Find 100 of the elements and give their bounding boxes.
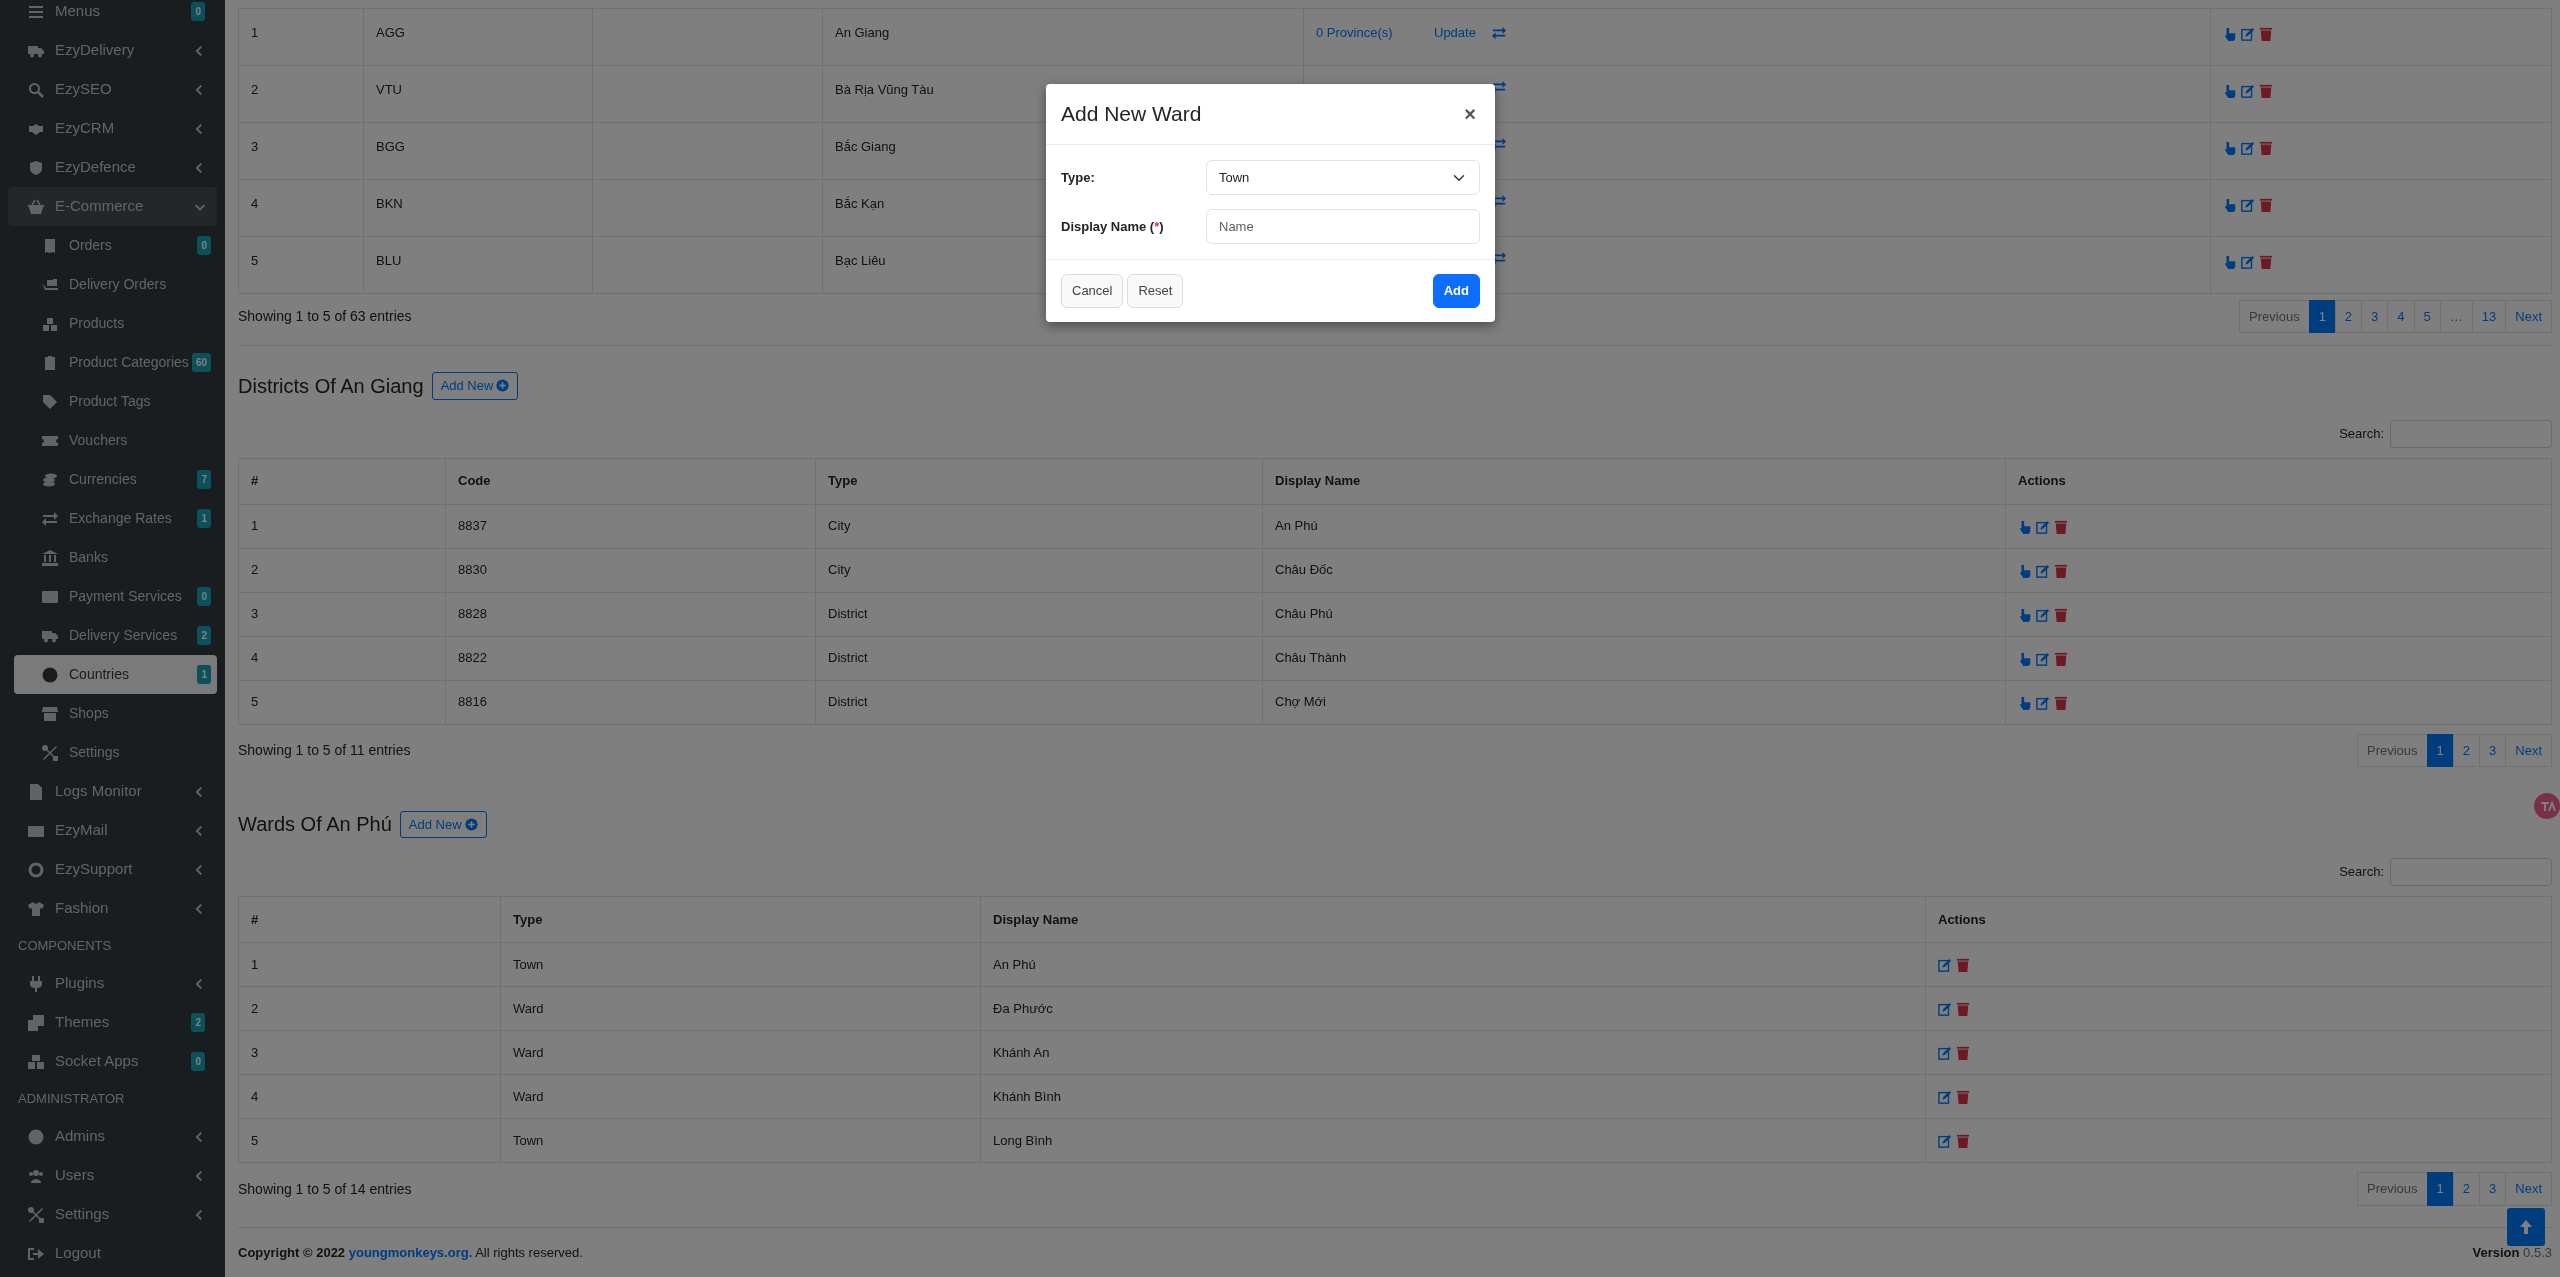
column-header: Display Name: [980, 896, 1926, 943]
close-button[interactable]: ×: [1460, 99, 1480, 129]
count-badge: 2: [191, 1013, 205, 1032]
page-link[interactable]: 5: [2413, 299, 2441, 334]
table-cell: 5: [238, 1118, 501, 1163]
sidebar-item[interactable]: EzySEO: [8, 70, 217, 109]
sidebar-item[interactable]: Themes 2: [8, 1003, 217, 1042]
sidebar-item[interactable]: Shops: [14, 694, 217, 733]
table-cell: An Phú: [1262, 504, 2006, 548]
sidebar-item[interactable]: Delivery Orders: [14, 265, 217, 304]
sidebar-item[interactable]: Settings: [8, 1195, 217, 1234]
page-link[interactable]: 2: [2452, 733, 2481, 768]
page-link[interactable]: 1: [2308, 299, 2336, 334]
column-header: Actions: [2005, 458, 2552, 504]
sidebar-item[interactable]: Currencies 7: [14, 460, 217, 499]
page-link[interactable]: 1: [2426, 1172, 2454, 1206]
name-field[interactable]: Name: [1206, 209, 1480, 244]
page-link[interactable]: 3: [2479, 1172, 2507, 1206]
provinces-link[interactable]: 0 Province(s): [1316, 25, 1393, 40]
search-label: Search:: [2339, 424, 2384, 443]
table-cell: 3: [238, 1030, 501, 1075]
count-badge: 0: [191, 1052, 205, 1071]
sidebar-item[interactable]: Vouchers: [14, 421, 217, 460]
sidebar-item[interactable]: Delivery Services 2: [14, 616, 217, 655]
sidebar-item[interactable]: Banks: [14, 538, 217, 577]
sidebar-item[interactable]: Payment Services 0: [14, 577, 217, 616]
add-new-button[interactable]: Add New: [399, 810, 487, 838]
copyright-text: Copyright © 2022 youngmonkeys.org. All rights reserved.: [238, 1243, 583, 1262]
sidebar-heading: COMPONENTS: [17, 937, 113, 956]
table-cell: City: [815, 548, 1263, 592]
sidebar-item[interactable]: Exchange Rates 1: [14, 499, 217, 538]
page-link[interactable]: 2: [2452, 1172, 2481, 1206]
sidebar-item[interactable]: Admins: [8, 1117, 217, 1156]
sidebar-item[interactable]: EzyDefence: [8, 148, 217, 187]
sidebar-item[interactable]: EzyMail: [8, 811, 217, 850]
column-header: Type: [815, 458, 1263, 504]
sidebar-item[interactable]: Orders 0: [14, 226, 217, 265]
add-new-button[interactable]: Add New: [431, 372, 519, 400]
table-cell: Chợ Mới: [1262, 680, 2006, 724]
table-cell: An Giang: [822, 8, 1304, 66]
table-cell: 1: [238, 8, 364, 66]
sidebar-item[interactable]: EzyCRM: [8, 109, 217, 148]
table-cell: BKN: [363, 179, 593, 237]
table-cell: 3: [238, 122, 364, 180]
table-cell: 5: [238, 236, 364, 294]
table-cell: AGG: [363, 8, 593, 66]
entries-info: Showing 1 to 5 of 11 entries: [238, 741, 411, 760]
table-cell: Châu Phú: [1262, 592, 2006, 636]
sidebar-item[interactable]: Plugins: [8, 964, 217, 1003]
page-link[interactable]: 2: [2334, 299, 2363, 334]
count-badge: 0: [197, 236, 211, 255]
count-badge: 0: [191, 2, 205, 21]
page-link[interactable]: Next: [2505, 733, 2552, 768]
sidebar-item[interactable]: Fashion: [8, 889, 217, 928]
table-cell: District: [815, 680, 1263, 724]
table-cell: 8830: [445, 548, 816, 592]
table-cell: Châu Thành: [1262, 636, 2006, 680]
sidebar-item[interactable]: Socket Apps 0: [8, 1042, 217, 1081]
type-select[interactable]: Town: [1206, 160, 1480, 195]
dialog-button[interactable]: Reset: [1127, 274, 1184, 308]
table-cell: Ward: [500, 986, 981, 1031]
page-link[interactable]: 3: [2479, 733, 2507, 768]
table-cell: 2: [238, 986, 501, 1031]
sidebar-item[interactable]: Products: [14, 304, 217, 343]
table-cell: Châu Đốc: [1262, 548, 2006, 592]
sidebar-item[interactable]: Countries 1: [14, 655, 217, 694]
page-link[interactable]: Next: [2505, 1172, 2552, 1206]
table-cell: District: [815, 592, 1263, 636]
dialog-button[interactable]: Cancel: [1061, 274, 1124, 308]
sidebar-item[interactable]: Settings: [14, 733, 217, 772]
table-cell: BGG: [363, 122, 593, 180]
table-cell: 8828: [445, 592, 816, 636]
table-cell: 8816: [445, 680, 816, 724]
table-cell: BLU: [363, 236, 593, 294]
table-cell: Đa Phước: [980, 986, 1926, 1031]
table-cell: 5: [238, 680, 446, 724]
table-cell: District: [815, 636, 1263, 680]
sidebar-item[interactable]: Users: [8, 1156, 217, 1195]
sidebar-item[interactable]: Logout: [8, 1234, 217, 1273]
add-button[interactable]: Add: [1432, 274, 1480, 308]
table-cell: 4: [238, 1074, 501, 1119]
sidebar-item[interactable]: EzySupport: [8, 850, 217, 889]
page-link[interactable]: 1: [2426, 733, 2454, 768]
sidebar-item[interactable]: EzyDelivery: [8, 31, 217, 70]
table-cell: Town: [500, 942, 981, 987]
table-cell: VTU: [363, 65, 593, 123]
sidebar-item[interactable]: Product Categories 60: [14, 343, 217, 382]
table-cell: 4: [238, 636, 446, 680]
table-cell: 1: [238, 942, 501, 987]
page-link[interactable]: 3: [2361, 299, 2389, 334]
page-link[interactable]: 4: [2387, 299, 2415, 334]
table-cell: 4: [238, 179, 364, 237]
sidebar-item[interactable]: Logs Monitor: [8, 772, 217, 811]
column-header: Type: [500, 896, 981, 943]
update-link[interactable]: Update: [1434, 25, 1476, 40]
sidebar-item[interactable]: Menus 0: [8, 0, 217, 31]
page-link[interactable]: Next: [2505, 299, 2552, 334]
sidebar-item[interactable]: Product Tags: [14, 382, 217, 421]
site-link[interactable]: youngmonkeys.org.: [348, 1244, 473, 1260]
column-header: Actions: [1925, 896, 2552, 943]
